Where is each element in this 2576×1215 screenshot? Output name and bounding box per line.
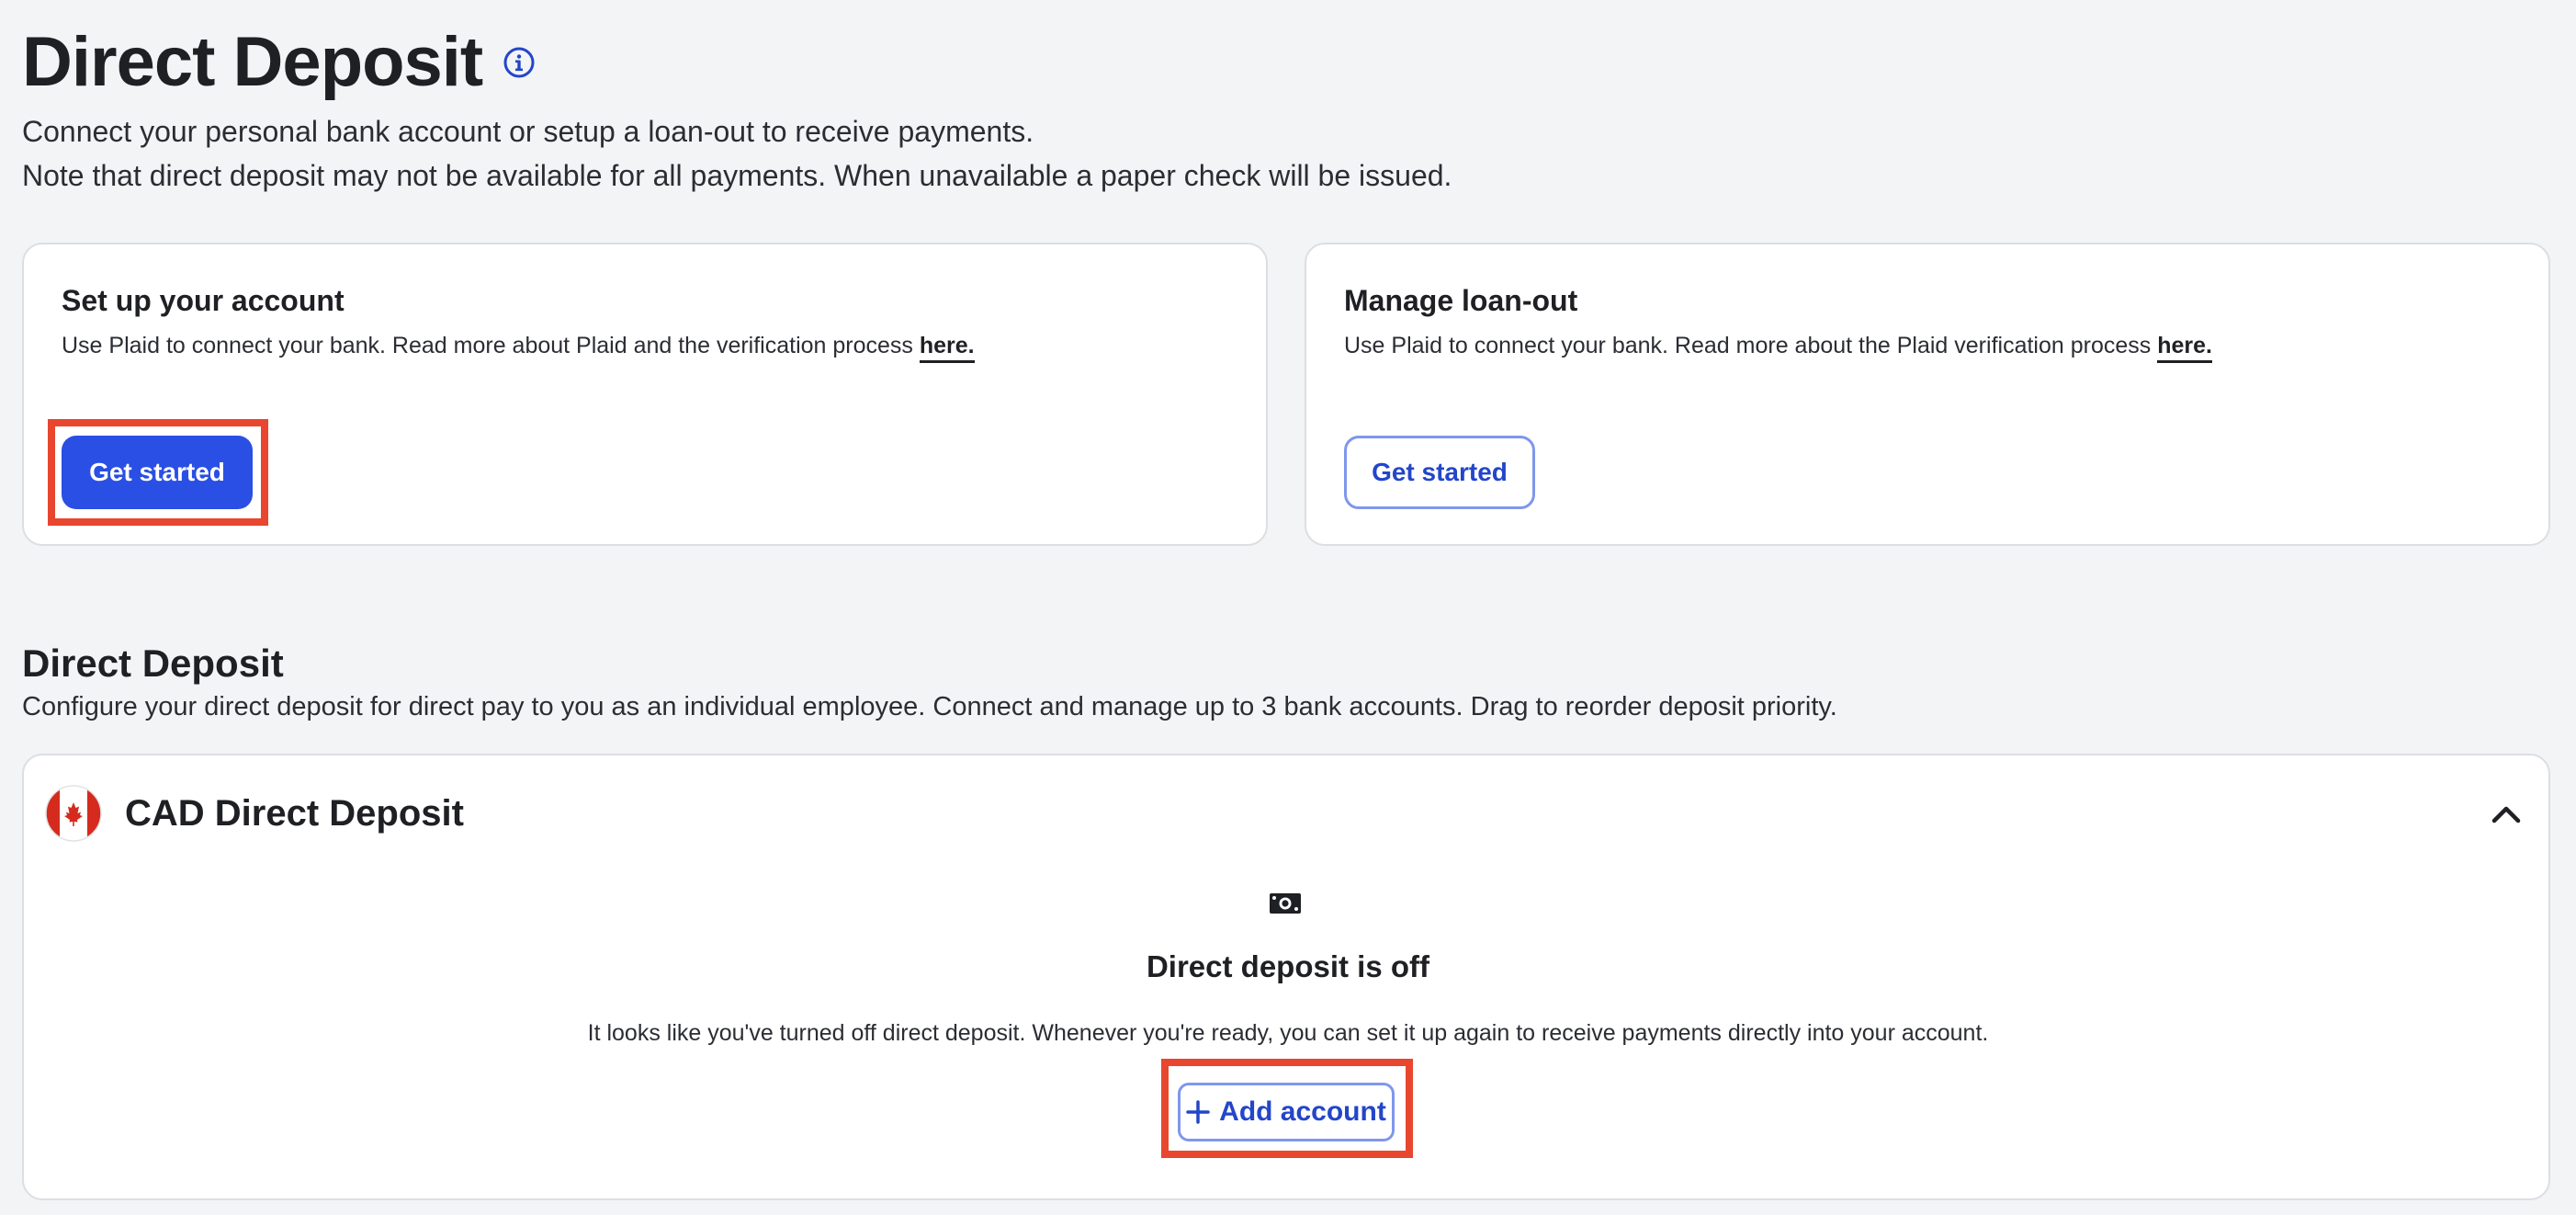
setup-get-started-button[interactable]: Get started (62, 436, 253, 509)
loan-card-title: Manage loan-out (1344, 284, 1578, 317)
section-description: Configure your direct deposit for direct… (22, 692, 1837, 721)
loan-card-description: Use Plaid to connect your bank. Read mor… (1344, 329, 2212, 363)
chevron-up-icon[interactable] (2488, 796, 2525, 833)
plus-icon (1186, 1100, 1210, 1124)
setup-card-description: Use Plaid to connect your bank. Read mor… (62, 329, 975, 363)
setup-plaid-info-link[interactable]: here. (919, 333, 975, 363)
cash-icon (1268, 886, 1303, 921)
empty-state-description: It looks like you've turned off direct d… (587, 1020, 1989, 1046)
loan-plaid-info-link[interactable]: here. (2157, 333, 2212, 363)
setup-account-card: Set up your account Use Plaid to connect… (22, 243, 1268, 546)
section-title: Direct Deposit (22, 642, 284, 685)
page-header: Direct Deposit (22, 20, 536, 105)
add-account-button[interactable]: Add account (1178, 1083, 1395, 1141)
page-note: Note that direct deposit may not be avai… (22, 159, 1452, 192)
cad-direct-deposit-panel: CAD Direct Deposit Direct deposit is off… (22, 754, 2550, 1200)
setup-card-description-text: Use Plaid to connect your bank. Read mor… (62, 333, 913, 358)
info-icon[interactable] (503, 46, 536, 79)
setup-card-title: Set up your account (62, 284, 345, 317)
direct-deposit-page: Direct Deposit Connect your personal ban… (0, 0, 2576, 1215)
manage-loan-out-card: Manage loan-out Use Plaid to connect you… (1305, 243, 2550, 546)
cad-panel-title: CAD Direct Deposit (125, 793, 464, 834)
add-account-label: Add account (1219, 1096, 1386, 1127)
page-subtitle: Connect your personal bank account or se… (22, 115, 1034, 148)
empty-state-title: Direct deposit is off (1146, 949, 1430, 983)
loan-get-started-button[interactable]: Get started (1344, 436, 1535, 509)
loan-card-description-text: Use Plaid to connect your bank. Read mor… (1344, 333, 2152, 358)
canada-flag-icon (45, 785, 102, 842)
page-title: Direct Deposit (22, 23, 483, 101)
